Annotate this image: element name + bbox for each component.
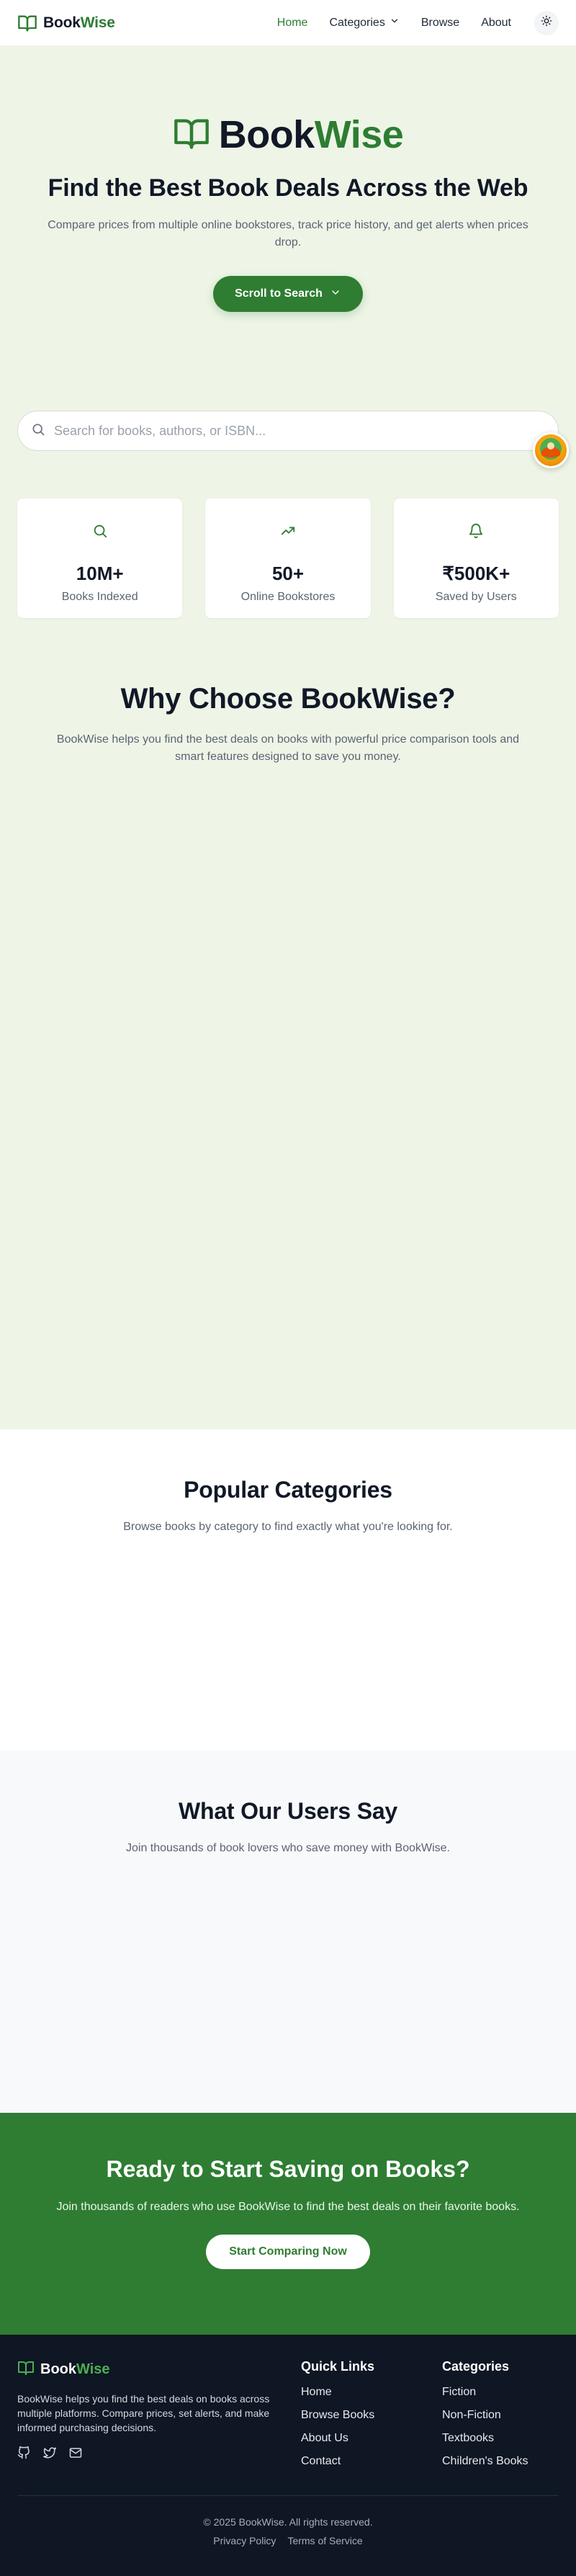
floating-assistant-button[interactable] [533,432,569,468]
mail-icon[interactable] [69,2446,82,2463]
nav-link-categories-label: Categories [329,16,385,29]
sun-icon [541,15,552,30]
nav-link-browse[interactable]: Browse [421,17,459,30]
book-open-icon [17,2359,35,2380]
nav-link-about[interactable]: About [481,17,511,30]
stat-label: Saved by Users [435,591,517,603]
nav-link-categories[interactable]: Categories [329,16,399,30]
testimonials-section: What Our Users Say Join thousands of boo… [0,1750,576,2113]
footer-category-non-fiction[interactable]: Non-Fiction [442,2409,559,2422]
cta-subtitle: Join thousands of readers who use BookWi… [56,2201,520,2213]
cta-title: Ready to Start Saving on Books? [106,2156,470,2182]
footer-categories-heading: Categories [442,2359,510,2374]
brand-name-part-1: Book [43,14,81,31]
hero-subtitle: Compare prices from multiple online book… [48,219,528,249]
chevron-down-icon [330,287,341,302]
cta-section: Ready to Start Saving on Books? Join tho… [0,2113,576,2335]
theme-toggle-button[interactable] [534,10,559,35]
footer-brand-name: BookWise [40,2361,110,2378]
why-choose-section: Why Choose BookWise? BookWise helps you … [0,683,576,766]
footer-brand-part-2: Wise [76,2361,110,2377]
nav-links: Home Categories Browse About [277,10,559,35]
footer-categories: Fiction Non-Fiction Textbooks Children's… [442,2386,559,2468]
testimonials-subtitle: Join thousands of book lovers who save m… [125,1842,450,1854]
hero-logo: BookWise [173,112,404,157]
search-bar [17,411,559,451]
stats-row: 10M+ Books Indexed 50+ Online Bookstores… [17,498,559,618]
footer-category-textbooks[interactable]: Textbooks [442,2432,559,2445]
search-container [17,411,569,468]
stat-card-saved-by-users: ₹500K+ Saved by Users [393,498,559,618]
footer-copyright: © 2025 BookWise. All rights reserved. [203,2516,373,2528]
why-choose-subtitle: BookWise helps you find the best deals o… [56,733,520,763]
trending-up-icon [280,523,296,542]
footer-category-fiction[interactable]: Fiction [442,2386,559,2399]
chevron-down-icon [390,16,400,30]
scroll-to-search-button[interactable]: Scroll to Search [213,276,363,312]
footer-quick-links: Home Browse Books About Us Contact [301,2386,442,2468]
footer-link-browse-books[interactable]: Browse Books [301,2409,442,2422]
popular-categories-subtitle: Browse books by category to find exactly… [123,1521,453,1533]
terms-of-service-link[interactable]: Terms of Service [287,2535,362,2546]
hero-title: Find the Best Book Deals Across the Web [48,174,528,202]
testimonials-title: What Our Users Say [178,1798,398,1824]
popular-categories-section: Popular Categories Browse books by categ… [0,1429,576,1750]
bell-icon [468,523,484,542]
stat-value: 50+ [271,563,305,584]
nav-link-home[interactable]: Home [277,17,308,30]
search-icon [92,523,108,542]
hero-logo-text: BookWise [219,112,404,157]
popular-categories-title: Popular Categories [184,1477,392,1503]
footer-link-home[interactable]: Home [301,2386,442,2399]
stat-label: Books Indexed [61,591,138,603]
start-comparing-button[interactable]: Start Comparing Now [206,2235,370,2269]
footer-brand[interactable]: BookWise [17,2359,301,2380]
stat-value: 10M+ [76,563,124,584]
top-navbar: BookWise Home Categories Browse About [0,0,576,46]
hero-section: BookWise Find the Best Book Deals Across… [0,46,576,1429]
assistant-avatar-icon [539,437,563,465]
brand-name: BookWise [43,14,115,32]
footer-description: BookWise helps you find the best deals o… [17,2393,270,2433]
stat-card-online-bookstores: 50+ Online Bookstores [205,498,371,618]
twitter-icon[interactable] [43,2446,56,2463]
brand-logo[interactable]: BookWise [17,13,115,33]
github-icon[interactable] [17,2446,30,2463]
footer: BookWise BookWise helps you find the bes… [0,2335,576,2576]
scroll-to-search-label: Scroll to Search [235,287,323,300]
hero-logo-part-1: Book [218,113,315,156]
footer-quick-links-heading: Quick Links [301,2359,375,2374]
footer-link-about-us[interactable]: About Us [301,2432,442,2445]
footer-divider [17,2495,559,2496]
stat-card-books-indexed: 10M+ Books Indexed [17,498,183,618]
search-icon [31,422,45,440]
book-open-icon [17,13,37,33]
search-input[interactable] [54,423,545,439]
footer-social-links [17,2446,301,2463]
footer-link-contact[interactable]: Contact [301,2455,442,2468]
stat-label: Online Bookstores [240,591,336,603]
book-open-icon [173,115,210,156]
privacy-policy-link[interactable]: Privacy Policy [213,2535,276,2546]
footer-brand-part-1: Book [40,2361,76,2377]
stat-value: ₹500K+ [442,563,510,584]
footer-category-childrens-books[interactable]: Children's Books [442,2455,559,2468]
hero-logo-part-2: Wise [314,113,404,156]
footer-legal-links: Privacy Policy Terms of Service [17,2535,559,2546]
why-choose-title: Why Choose BookWise? [120,683,456,715]
brand-name-part-2: Wise [80,14,115,31]
